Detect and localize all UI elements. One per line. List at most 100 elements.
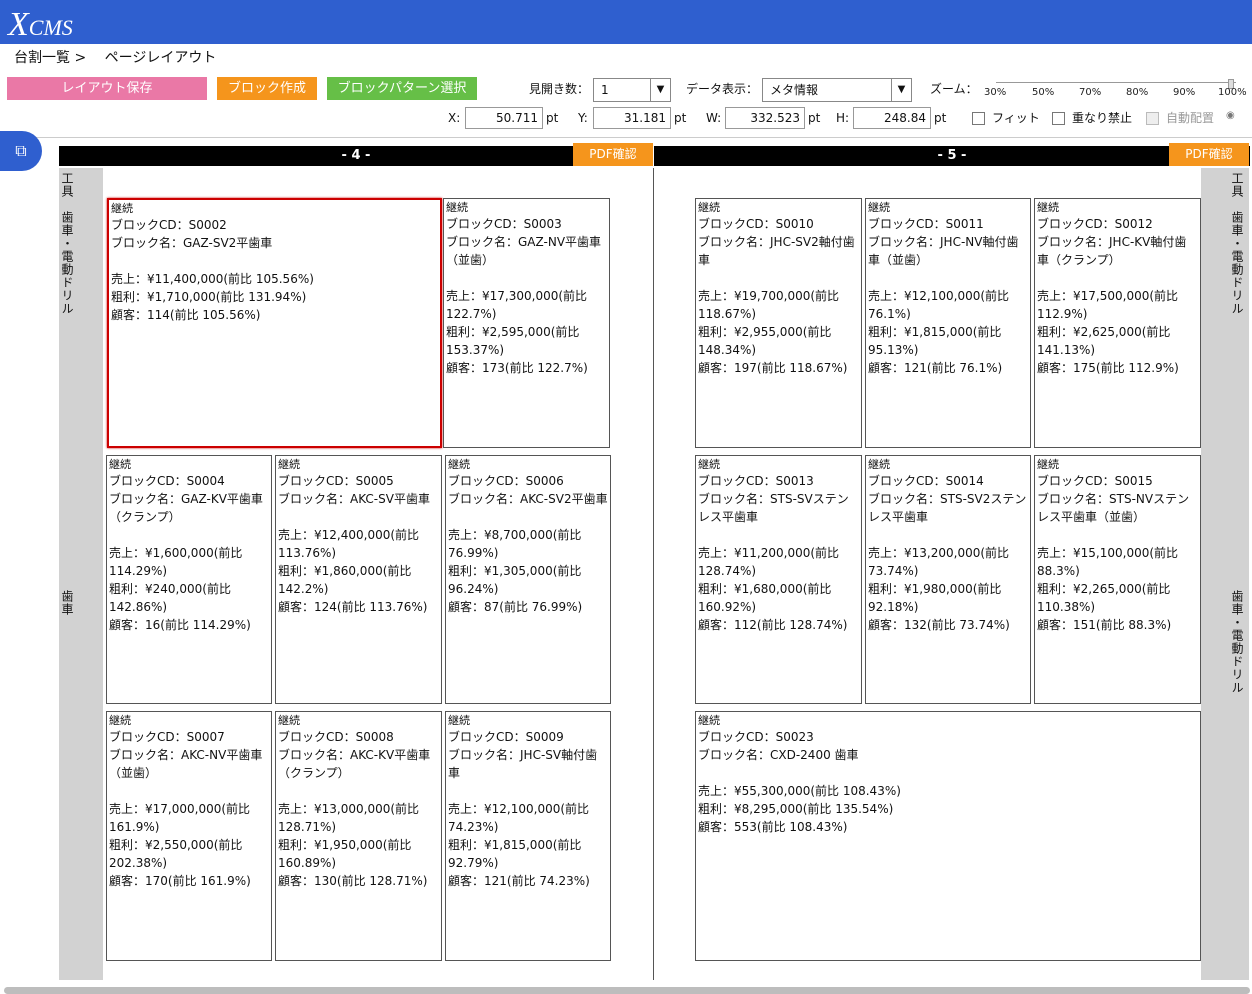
copy-icon[interactable]: ⧉ (0, 131, 42, 171)
block-spacer (278, 782, 440, 800)
block-stat-line: 粗利：¥1,305,000(前比 (448, 564, 582, 578)
layout-block[interactable]: 継続 ブロックCD：S0013 ブロック名：STS-SVステン レス平歯車 売上：¥11… (695, 455, 862, 704)
block-stat-line: 92.18%) (868, 600, 919, 614)
block-status: 継続 (278, 458, 300, 471)
block-stat-line: 売上：¥15,100,000(前比 (1037, 546, 1179, 560)
layout-block[interactable]: 継続 ブロックCD：S0006 ブロック名：AKC-SV2平歯車 売上：¥8,700,… (445, 455, 611, 704)
block-stat-line: 128.74%) (698, 564, 757, 578)
fit-checkbox[interactable] (972, 112, 985, 125)
block-stat-line: 粗利：¥1,950,000(前比 (278, 838, 412, 852)
block-stat-line: 顧客：124(前比 113.76%) (278, 600, 428, 614)
h-input[interactable]: 248.84 (853, 107, 931, 129)
block-stat-line: 74.23%) (448, 820, 499, 834)
block-stat-line: 顧客：173(前比 122.7%) (446, 361, 588, 375)
x-label: X: (448, 111, 461, 125)
block-info-line: 車 (448, 766, 461, 780)
index-label-mid: 歯車・電動ドリル (1230, 590, 1244, 694)
y-unit: pt (674, 111, 687, 125)
block-status: 継続 (109, 714, 131, 727)
app-logo[interactable]: XCMS (8, 6, 73, 44)
block-stat-line: 161.9%) (109, 820, 160, 834)
block-pattern-button[interactable]: ブロックパターン選択 (327, 77, 477, 100)
block-stat-line: 142.2%) (278, 582, 329, 596)
no-overlap-label: 重なり禁止 (1072, 111, 1133, 125)
block-stat-line: 142.86%) (109, 600, 168, 614)
layout-block[interactable]: 継続 ブロックCD：S0010 ブロック名：JHC-SV2軸付歯車売上：¥19,70… (695, 198, 862, 448)
block-stat-line: 153.37%) (446, 343, 505, 357)
no-overlap-checkbox[interactable] (1052, 112, 1065, 125)
block-stat-line: 売上：¥13,200,000(前比 (868, 546, 1010, 560)
layout-block[interactable]: 継続 ブロックCD：S0023 ブロック名：CXD-2400 歯車 売上：¥55,30… (695, 711, 1201, 961)
index-label-top: 工具 歯車・電動ドリル (1230, 172, 1244, 315)
y-input[interactable]: 31.181 (593, 107, 671, 129)
block-info-line: ブロック名：STS-NVステン (1037, 492, 1190, 506)
horizontal-scrollbar[interactable] (4, 987, 1250, 994)
block-stat-line: 118.67%) (698, 307, 757, 321)
block-stat-line: 粗利：¥1,815,000(前比 (448, 838, 582, 852)
block-spacer (698, 269, 860, 287)
w-unit: pt (808, 111, 821, 125)
layout-block[interactable]: 継続 ブロックCD：S0009 ブロック名：JHC-SV軸付歯車売上：¥12,100… (445, 711, 611, 961)
block-status: 継続 (109, 458, 131, 471)
breadcrumb: 台割一覧 > ページレイアウト (14, 48, 230, 68)
block-stat-line: 76.1%) (868, 307, 911, 321)
create-block-button[interactable]: ブロック作成 (217, 77, 317, 100)
data-display-select[interactable]: メタ情報 ▼ (762, 78, 912, 102)
block-stat-line: 粗利：¥2,595,000(前比 (446, 325, 580, 339)
block-info-line: （並歯） (446, 253, 495, 267)
layout-block[interactable]: 継続 ブロックCD：S0002 ブロック名：GAZ-SV2平歯車 売上：¥11,400… (107, 198, 442, 448)
layout-block[interactable]: 継続 ブロックCD：S0011 ブロック名：JHC-NV軸付歯 車（並歯） 売上：¥12… (865, 198, 1031, 448)
block-stat-line: 148.34%) (698, 343, 757, 357)
block-stat-line: 粗利：¥1,980,000(前比 (868, 582, 1002, 596)
block-status: 継続 (448, 458, 470, 471)
block-stat-line: 160.89%) (278, 856, 337, 870)
chevron-down-icon: ▼ (650, 79, 670, 101)
info-icon[interactable]: ◉ (1226, 108, 1235, 124)
block-stat-line: 粗利：¥1,680,000(前比 (698, 582, 832, 596)
page-divider (653, 168, 654, 980)
block-info-line: 車 (698, 253, 711, 267)
pdf-check-button-page-5[interactable]: PDF確認 (1169, 143, 1249, 166)
block-info-line: ブロック名：JHC-KV軸付歯 (1037, 235, 1187, 249)
x-input[interactable]: 50.711 (465, 107, 543, 129)
block-stat-line: 顧客：170(前比 161.9%) (109, 874, 251, 888)
layout-block[interactable]: 継続 ブロックCD：S0015 ブロック名：STS-NVステン レス平歯車（並歯） 売上… (1034, 455, 1201, 704)
breadcrumb-parent[interactable]: 台割一覧 > (14, 50, 86, 66)
block-info-line: ブロック名：AKC-SV2平歯車 (448, 492, 608, 506)
block-info-line: ブロックCD：S0010 (698, 217, 814, 231)
block-stat-line: 粗利：¥2,625,000(前比 (1037, 325, 1171, 339)
page-number-bar-4: - 4 - (59, 146, 653, 166)
h-unit: pt (934, 111, 947, 125)
pdf-check-button-page-4[interactable]: PDF確認 (573, 143, 653, 166)
block-info-line: （クランプ） (278, 766, 350, 780)
block-stat-line: 顧客：112(前比 128.74%) (698, 618, 848, 632)
w-input[interactable]: 332.523 (725, 107, 805, 129)
block-stat-line: 顧客：121(前比 74.23%) (448, 874, 590, 888)
block-spacer (109, 782, 270, 800)
block-info-line: ブロック名：GAZ-KV平歯車 (109, 492, 263, 506)
save-layout-button[interactable]: レイアウト保存 (7, 77, 207, 100)
layout-block[interactable]: 継続 ブロックCD：S0014 ブロック名：STS-SV2ステン レス平歯車 売上：¥1… (865, 455, 1031, 704)
layout-block[interactable]: 継続 ブロックCD：S0012 ブロック名：JHC-KV軸付歯 車（クランプ） 売上：¥… (1034, 198, 1201, 448)
block-stat-line: 売上：¥12,100,000(前比 (448, 802, 590, 816)
block-stat-line: 顧客：114(前比 105.56%) (111, 308, 261, 322)
auto-place-checkbox[interactable] (1146, 112, 1159, 125)
block-info-line: ブロックCD：S0003 (446, 217, 562, 231)
spread-count-select[interactable]: 1 ▼ (593, 78, 671, 102)
block-spacer (698, 764, 1199, 782)
block-stat-line: 粗利：¥1,815,000(前比 (868, 325, 1002, 339)
zoom-tick: 70% (1079, 87, 1102, 98)
layout-block[interactable]: 継続 ブロックCD：S0005 ブロック名：AKC-SV平歯車 売上：¥12,400,… (275, 455, 442, 704)
block-info-line: ブロックCD：S0006 (448, 474, 564, 488)
block-status: 継続 (1037, 201, 1059, 214)
layout-block[interactable]: 継続 ブロックCD：S0008 ブロック名：AKC-KV平歯車 （クランプ） 売上：¥1… (275, 711, 442, 961)
zoom-tick: 90% (1173, 87, 1196, 98)
layout-block[interactable]: 継続 ブロックCD：S0007 ブロック名：AKC-NV平歯車 （並歯） 売上：¥17,… (106, 711, 272, 961)
layout-block[interactable]: 継続 ブロックCD：S0004 ブロック名：GAZ-KV平歯車 （クランプ） 売上：¥1… (106, 455, 272, 704)
data-display-value: メタ情報 (770, 83, 819, 97)
block-info-line: ブロック名：JHC-SV軸付歯 (448, 748, 598, 762)
layout-block[interactable]: 継続 ブロックCD：S0003 ブロック名：GAZ-NV平歯車 （並歯） 売上：¥17,… (443, 198, 610, 448)
block-stat-line: 112.9%) (1037, 307, 1088, 321)
block-stat-line: 122.7%) (446, 307, 497, 321)
block-stat-line: 128.71%) (278, 820, 337, 834)
